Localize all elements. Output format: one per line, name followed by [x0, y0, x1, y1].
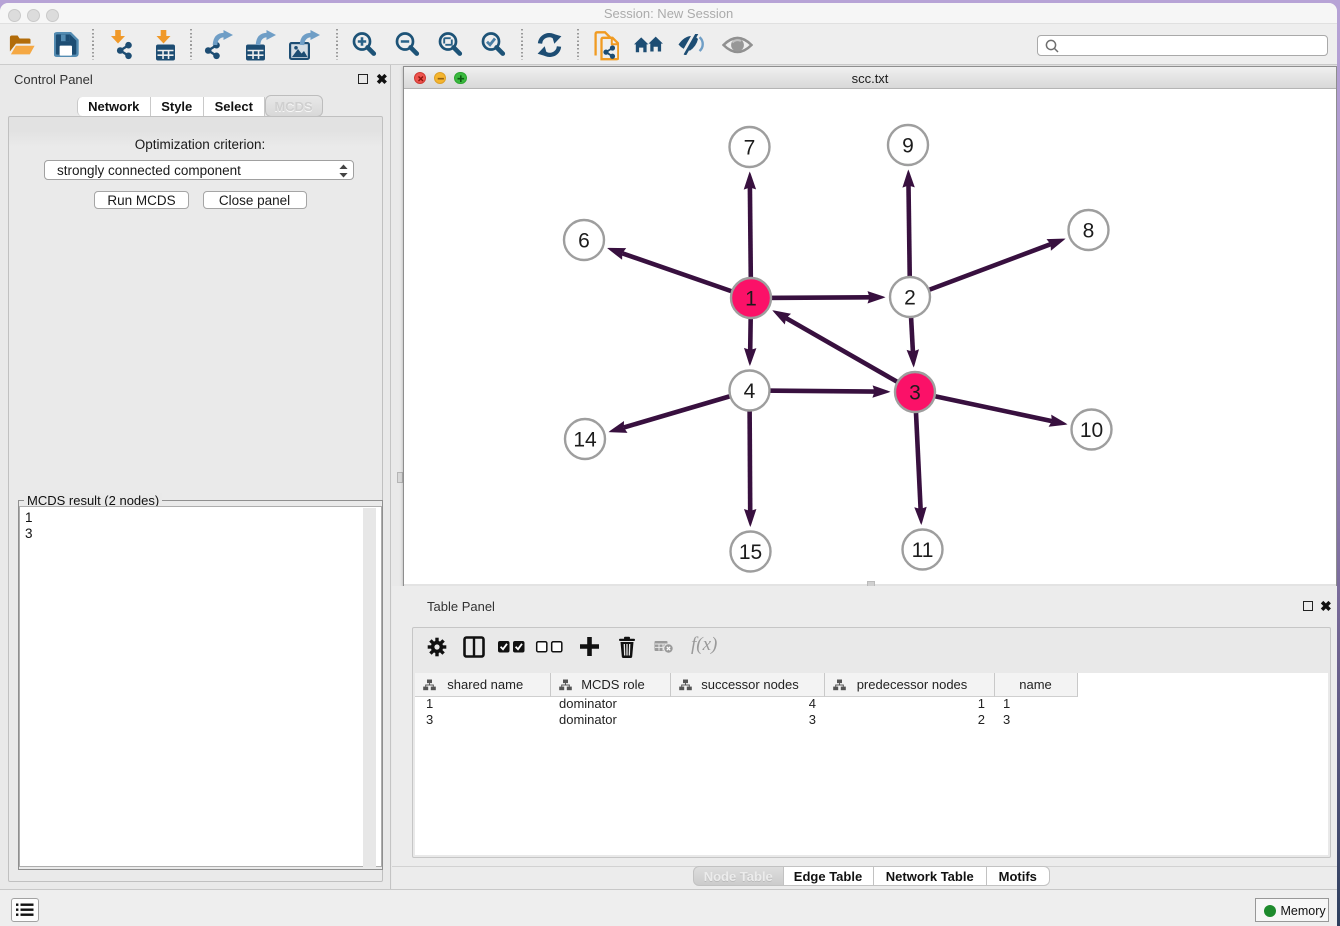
svg-text:3: 3 [909, 382, 921, 405]
svg-text:11: 11 [912, 539, 934, 562]
svg-text:2: 2 [904, 287, 916, 310]
svg-text:6: 6 [578, 230, 590, 253]
svg-text:8: 8 [1083, 220, 1095, 243]
svg-text:4: 4 [744, 380, 756, 403]
svg-text:15: 15 [739, 541, 762, 564]
svg-text:1: 1 [745, 288, 757, 311]
svg-text:9: 9 [902, 135, 914, 158]
svg-text:7: 7 [744, 137, 756, 160]
svg-text:10: 10 [1080, 419, 1103, 442]
svg-text:14: 14 [573, 429, 597, 452]
